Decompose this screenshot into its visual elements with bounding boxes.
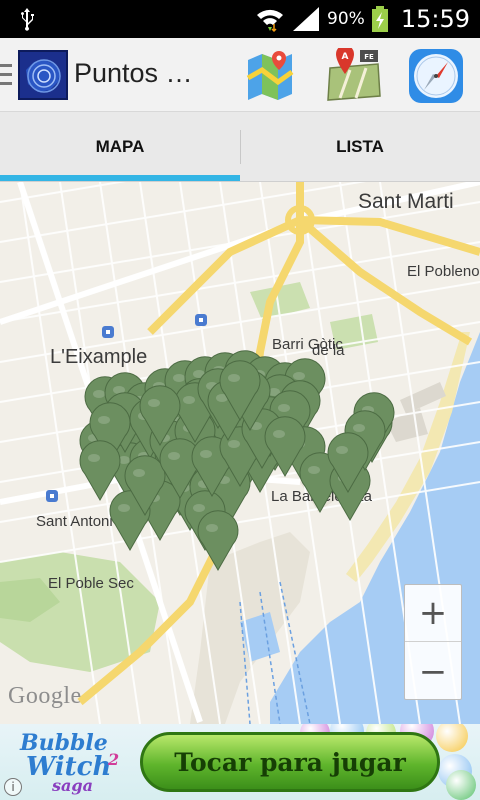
clock: 15:59 <box>400 5 470 33</box>
action-bar: Puntos … A FE <box>0 38 480 112</box>
compass-button[interactable] <box>408 48 464 104</box>
google-attribution: Google <box>8 683 82 709</box>
page-title: Puntos … <box>74 58 193 88</box>
map-marker[interactable] <box>197 510 239 572</box>
ad-brand-logo: Bubble Witch 2 saga <box>12 728 142 796</box>
tab-divider <box>240 130 241 164</box>
battery-percent: 90% <box>327 9 365 29</box>
zoom-out-button[interactable]: − <box>405 643 461 700</box>
map-button[interactable] <box>242 48 298 104</box>
navigation-icon: A FE <box>327 45 381 101</box>
tab-bar: MAPA LISTA <box>0 112 480 182</box>
app-screen: 90% 15:59 Puntos … A FE MAPA LISTA Sant … <box>0 0 480 800</box>
ad-banner[interactable]: Bubble Witch 2 saga Tocar para jugar i <box>0 724 480 800</box>
tab-selected-indicator <box>0 175 240 181</box>
usb-icon <box>21 8 34 31</box>
zoom-controls: + − <box>404 584 462 700</box>
ad-info-icon[interactable]: i <box>4 778 22 796</box>
bubble-decoration <box>446 770 476 800</box>
bubble-decoration <box>436 724 468 752</box>
ad-brand-number: 2 <box>108 750 120 769</box>
ad-cta-button[interactable]: Tocar para jugar <box>140 732 440 792</box>
signal-icon <box>293 7 320 31</box>
status-icons: 90% 15:59 <box>255 0 470 38</box>
map-marker[interactable] <box>79 440 121 502</box>
map-view[interactable]: Sant Marti El Poblenou L'Eixample Barri … <box>0 182 480 724</box>
wifi-icon <box>257 9 284 33</box>
zoom-in-button[interactable]: + <box>405 585 461 642</box>
svg-text:A: A <box>342 52 349 62</box>
drawer-toggle-icon[interactable] <box>0 60 14 90</box>
navigation-button[interactable]: A FE <box>326 45 382 104</box>
battery-charging-icon <box>371 6 388 32</box>
app-logo-icon[interactable] <box>18 50 68 100</box>
tab-mapa[interactable]: MAPA <box>0 112 240 181</box>
ad-brand-line3: saga <box>52 776 93 795</box>
tab-lista[interactable]: LISTA <box>240 112 480 181</box>
map-icon <box>246 51 294 100</box>
compass-icon <box>409 49 463 103</box>
status-bar: 90% 15:59 <box>0 0 480 38</box>
svg-text:FE: FE <box>364 53 374 61</box>
